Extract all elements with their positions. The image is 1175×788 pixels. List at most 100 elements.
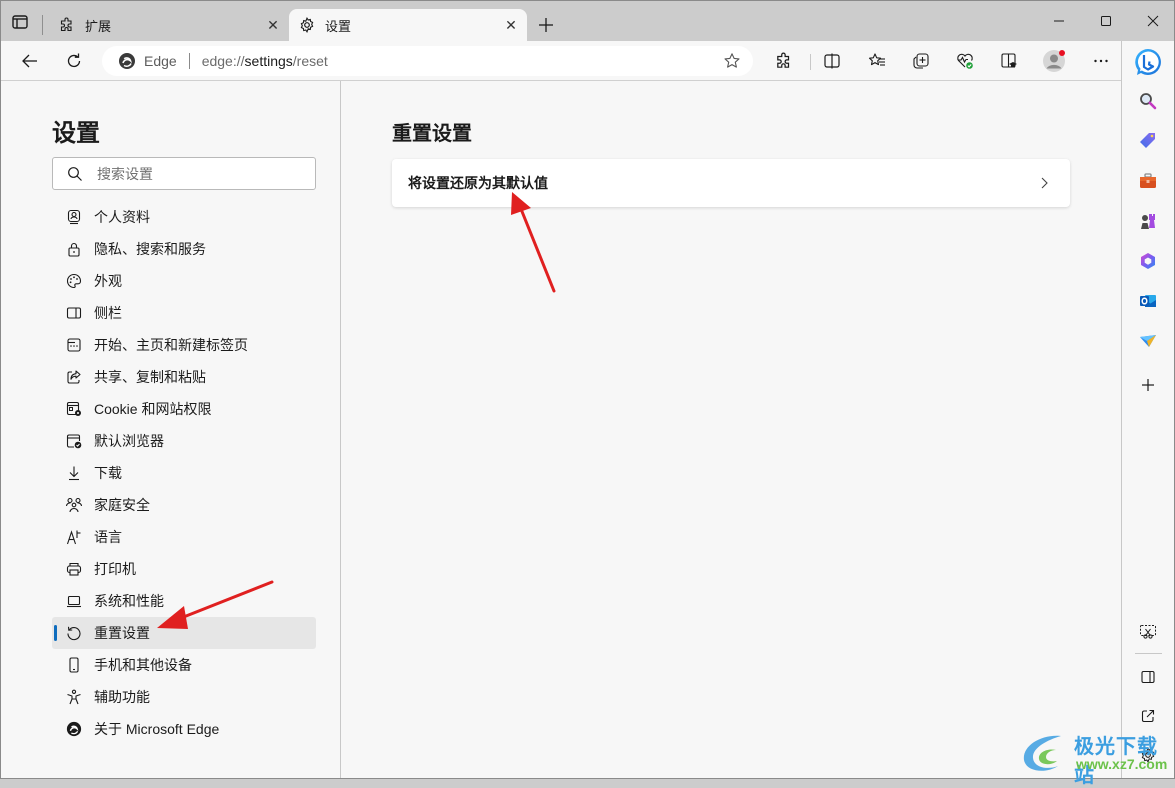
minimize-button[interactable] — [1047, 11, 1071, 31]
close-tab-icon[interactable]: ✕ — [263, 15, 283, 35]
main-content: 重置设置 将设置还原为其默认值 — [342, 81, 1121, 778]
restore-defaults-row[interactable]: 将设置还原为其默认值 — [392, 159, 1070, 207]
search-icon — [67, 166, 83, 182]
collections-button[interactable] — [909, 49, 933, 73]
nav-item-label: 语言 — [94, 529, 122, 545]
tools-icon[interactable] — [1136, 169, 1160, 193]
nav-item-system-performance[interactable]: 系统和性能 — [52, 585, 316, 617]
nav-item-label: 下载 — [94, 465, 122, 481]
url-scheme: edge:// — [201, 53, 245, 69]
default-browser-icon — [65, 432, 83, 450]
nav-item-accessibility[interactable]: 辅助功能 — [52, 681, 316, 713]
screenshot-icon[interactable] — [1136, 620, 1160, 644]
nav-item-downloads[interactable]: 下载 — [52, 457, 316, 489]
tab-settings[interactable]: 设置 ✕ — [289, 9, 527, 41]
edge-logo-icon — [118, 52, 136, 70]
add-icon[interactable] — [1136, 373, 1160, 397]
nav-item-default-browser[interactable]: 默认浏览器 — [52, 425, 316, 457]
phone-icon — [65, 656, 83, 674]
watermark: 极光下载站 www.xz7.com — [1016, 728, 1175, 787]
nav-item-sidebar[interactable]: 侧栏 — [52, 297, 316, 329]
close-window-button[interactable] — [1141, 11, 1165, 31]
navigation-toolbar: Edge edge://settings/reset — [1, 41, 1121, 81]
restore-defaults-label: 将设置还原为其默认值 — [408, 175, 548, 191]
tab-extensions[interactable]: 扩展 ✕ — [49, 9, 289, 41]
profile-avatar[interactable] — [1042, 49, 1066, 73]
nav-item-languages[interactable]: 语言 — [52, 521, 316, 553]
nav-item-label: 关于 Microsoft Edge — [94, 721, 220, 737]
extensions-button[interactable] — [772, 49, 796, 73]
nav-item-label: Cookie 和网站权限 — [94, 401, 212, 417]
nav-item-profiles[interactable]: 个人资料 — [52, 201, 316, 233]
download-icon — [65, 464, 83, 482]
url-path: /reset — [292, 53, 328, 69]
nav-item-printers[interactable]: 打印机 — [52, 553, 316, 585]
back-button[interactable] — [18, 49, 42, 73]
drop-icon[interactable] — [1136, 329, 1160, 353]
url-host: settings — [244, 53, 293, 69]
nav-item-phone-devices[interactable]: 手机和其他设备 — [52, 649, 316, 681]
site-identity-label: Edge — [144, 53, 177, 69]
tab-label: 扩展 — [85, 18, 112, 34]
nav-item-share-copy-paste[interactable]: 共享、复制和粘贴 — [52, 361, 316, 393]
address-separator — [188, 53, 190, 69]
settings-navigation: 设置 个人资料 隐私、搜索和服务 外观 侧栏 — [1, 81, 341, 778]
nav-item-label: 开始、主页和新建标签页 — [94, 337, 248, 353]
search-icon[interactable] — [1136, 89, 1160, 113]
watermark-logo-icon — [1023, 735, 1061, 771]
lock-icon — [65, 240, 83, 258]
gear-icon — [299, 17, 315, 33]
search-settings-input[interactable] — [97, 165, 297, 182]
tab-actions-icon[interactable] — [11, 13, 31, 31]
browser-essentials-button[interactable] — [953, 49, 977, 73]
sidebar-divider — [1135, 653, 1162, 654]
bing-chat-icon[interactable] — [1133, 47, 1163, 77]
split-screen-button[interactable] — [820, 49, 844, 73]
refresh-button[interactable] — [62, 49, 86, 73]
sidebar-icon — [65, 304, 83, 322]
nav-item-label: 打印机 — [94, 561, 136, 577]
favorites-button[interactable] — [865, 49, 889, 73]
open-external-icon[interactable] — [1136, 704, 1160, 728]
hide-sidebar-icon[interactable] — [1136, 665, 1160, 689]
nav-item-appearance[interactable]: 外观 — [52, 265, 316, 297]
nav-item-start-home-newtab[interactable]: 开始、主页和新建标签页 — [52, 329, 316, 361]
add-favorite-icon[interactable] — [723, 52, 741, 70]
address-bar[interactable]: Edge edge://settings/reset — [102, 46, 753, 76]
immersive-reader-button[interactable] — [997, 49, 1021, 73]
nav-item-privacy[interactable]: 隐私、搜索和服务 — [52, 233, 316, 265]
watermark-url: www.xz7.com — [1076, 756, 1168, 772]
maximize-button[interactable] — [1094, 11, 1118, 31]
nav-item-label: 隐私、搜索和服务 — [94, 241, 206, 257]
cookie-permissions-icon — [65, 400, 83, 418]
office-icon[interactable] — [1136, 249, 1160, 273]
url-text[interactable]: edge://settings/reset — [202, 53, 328, 69]
shopping-tag-icon[interactable] — [1136, 129, 1160, 153]
home-tab-icon — [65, 336, 83, 354]
printer-icon — [65, 560, 83, 578]
more-options-button[interactable] — [1089, 49, 1113, 73]
nav-item-about-edge[interactable]: 关于 Microsoft Edge — [52, 713, 316, 745]
nav-item-label: 手机和其他设备 — [94, 657, 192, 673]
settings-title: 设置 — [52, 120, 100, 147]
nav-item-label: 系统和性能 — [94, 593, 164, 609]
search-settings-field[interactable] — [52, 157, 316, 190]
browser-window: 扩展 ✕ 设置 ✕ Edge edge://settings/reset 设置 … — [0, 0, 1175, 787]
chevron-right-icon — [1036, 175, 1052, 191]
nav-item-cookies-permissions[interactable]: Cookie 和网站权限 — [52, 393, 316, 425]
tab-strip: 扩展 ✕ 设置 ✕ — [1, 1, 1174, 41]
laptop-icon — [65, 592, 83, 610]
games-icon[interactable] — [1136, 209, 1160, 233]
nav-item-label: 侧栏 — [94, 305, 122, 321]
tab-label: 设置 — [325, 18, 352, 34]
nav-item-label: 个人资料 — [94, 209, 150, 225]
new-tab-button[interactable] — [535, 14, 557, 36]
nav-item-reset-settings[interactable]: 重置设置 — [52, 617, 316, 649]
accessibility-icon — [65, 688, 83, 706]
settings-nav-list: 个人资料 隐私、搜索和服务 外观 侧栏 开始、主页和新建标签页 共享、复制和粘贴 — [52, 201, 316, 745]
outlook-icon[interactable] — [1136, 289, 1160, 313]
page-title: 重置设置 — [392, 123, 472, 145]
reset-icon — [65, 624, 83, 642]
nav-item-family-safety[interactable]: 家庭安全 — [52, 489, 316, 521]
close-tab-icon[interactable]: ✕ — [501, 15, 521, 35]
